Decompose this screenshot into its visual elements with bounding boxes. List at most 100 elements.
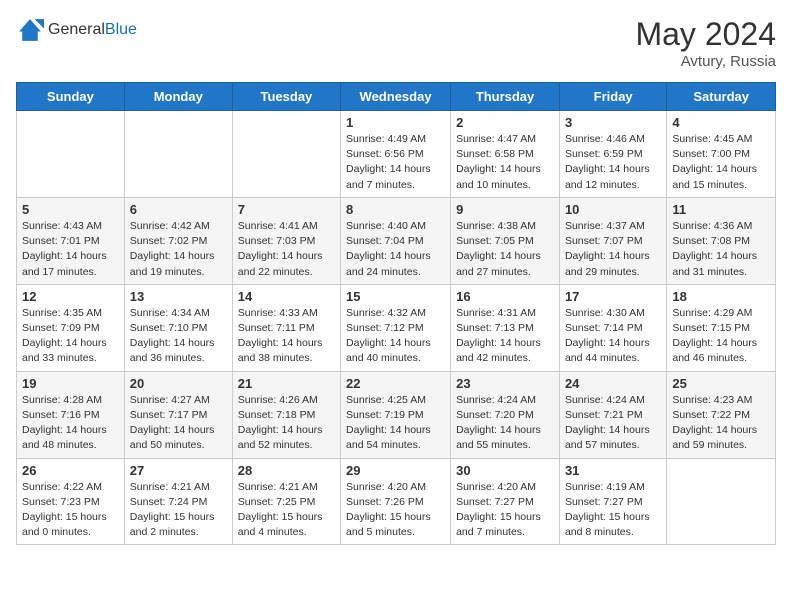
day-number: 29 xyxy=(346,463,445,478)
day-number: 17 xyxy=(565,289,661,304)
day-cell: 30 Sunrise: 4:20 AMSunset: 7:27 PMDayligh… xyxy=(451,458,560,545)
day-info: Sunrise: 4:21 AMSunset: 7:24 PMDaylight:… xyxy=(130,480,227,541)
day-number: 6 xyxy=(130,202,227,217)
day-number: 24 xyxy=(565,376,661,391)
day-number: 28 xyxy=(238,463,335,478)
day-cell: 14Sunrise: 4:33 AMSunset: 7:11 PMDayligh… xyxy=(232,284,340,371)
logo-general-text: General xyxy=(48,21,105,38)
day-info: Sunrise: 4:29 AMSunset: 7:15 PMDaylight:… xyxy=(672,306,770,367)
day-info: Sunrise: 4:49 AMSunset: 6:56 PMDaylight:… xyxy=(346,132,445,193)
day-cell xyxy=(124,111,232,198)
day-info: Sunrise: 4:22 AMSunset: 7:23 PMDaylight:… xyxy=(22,480,119,541)
day-info: Sunrise: 4:37 AMSunset: 7:07 PMDaylight:… xyxy=(565,219,661,280)
day-info: Sunrise: 4:24 AMSunset: 7:20 PMDaylight:… xyxy=(456,393,554,454)
day-number: 10 xyxy=(565,202,661,217)
day-info: Sunrise: 4:45 AMSunset: 7:00 PMDaylight:… xyxy=(672,132,770,193)
day-info: Sunrise: 4:21 AMSunset: 7:25 PMDaylight:… xyxy=(238,480,335,541)
day-number: 30 xyxy=(456,463,554,478)
week-row-1: 1 Sunrise: 4:49 AMSunset: 6:56 PMDaylight… xyxy=(17,111,776,198)
day-info: Sunrise: 4:24 AMSunset: 7:21 PMDaylight:… xyxy=(565,393,661,454)
day-cell: 29 Sunrise: 4:20 AMSunset: 7:26 PMDayligh… xyxy=(341,458,451,545)
day-number: 7 xyxy=(238,202,335,217)
day-info: Sunrise: 4:38 AMSunset: 7:05 PMDaylight:… xyxy=(456,219,554,280)
day-number: 13 xyxy=(130,289,227,304)
day-cell: 2Sunrise: 4:47 AMSunset: 6:58 PMDaylight… xyxy=(451,111,560,198)
day-cell: 13 Sunrise: 4:34 AMSunset: 7:10 PMDayligh… xyxy=(124,284,232,371)
day-info: Sunrise: 4:20 AMSunset: 7:26 PMDaylight:… xyxy=(346,480,445,541)
day-cell: 25 Sunrise: 4:23 AMSunset: 7:22 PMDayligh… xyxy=(667,371,776,458)
col-header-wednesday: Wednesday xyxy=(341,83,451,111)
day-info: Sunrise: 4:20 AMSunset: 7:27 PMDaylight:… xyxy=(456,480,554,541)
day-cell: 31 Sunrise: 4:19 AMSunset: 7:27 PMDayligh… xyxy=(559,458,666,545)
day-info: Sunrise: 4:36 AMSunset: 7:08 PMDaylight:… xyxy=(672,219,770,280)
day-cell: 17 Sunrise: 4:30 AMSunset: 7:14 PMDayligh… xyxy=(559,284,666,371)
day-info: Sunrise: 4:35 AMSunset: 7:09 PMDaylight:… xyxy=(22,306,119,367)
day-number: 14 xyxy=(238,289,335,304)
day-number: 5 xyxy=(22,202,119,217)
day-number: 11 xyxy=(672,202,770,217)
day-cell: 8Sunrise: 4:40 AMSunset: 7:04 PMDaylight… xyxy=(341,197,451,284)
day-info: Sunrise: 4:28 AMSunset: 7:16 PMDaylight:… xyxy=(22,393,119,454)
day-cell: 3 Sunrise: 4:46 AMSunset: 6:59 PMDaylight… xyxy=(559,111,666,198)
day-cell: 15 Sunrise: 4:32 AMSunset: 7:12 PMDayligh… xyxy=(341,284,451,371)
day-cell: 22 Sunrise: 4:25 AMSunset: 7:19 PMDayligh… xyxy=(341,371,451,458)
col-header-tuesday: Tuesday xyxy=(232,83,340,111)
day-number: 1 xyxy=(346,115,445,130)
day-info: Sunrise: 4:30 AMSunset: 7:14 PMDaylight:… xyxy=(565,306,661,367)
day-info: Sunrise: 4:25 AMSunset: 7:19 PMDaylight:… xyxy=(346,393,445,454)
day-info: Sunrise: 4:34 AMSunset: 7:10 PMDaylight:… xyxy=(130,306,227,367)
col-header-monday: Monday xyxy=(124,83,232,111)
page-header: GeneralBlue May 2024 Avtury, Russia xyxy=(16,16,776,70)
day-cell: 5Sunrise: 4:43 AMSunset: 7:01 PMDaylight… xyxy=(17,197,125,284)
day-number: 4 xyxy=(672,115,770,130)
day-cell: 20 Sunrise: 4:27 AMSunset: 7:17 PMDayligh… xyxy=(124,371,232,458)
day-number: 26 xyxy=(22,463,119,478)
day-number: 31 xyxy=(565,463,661,478)
logo-blue-text: Blue xyxy=(105,21,137,38)
col-header-sunday: Sunday xyxy=(17,83,125,111)
day-info: Sunrise: 4:47 AMSunset: 6:58 PMDaylight:… xyxy=(456,132,554,193)
day-cell xyxy=(667,458,776,545)
week-row-5: 26 Sunrise: 4:22 AMSunset: 7:23 PMDayligh… xyxy=(17,458,776,545)
day-number: 15 xyxy=(346,289,445,304)
calendar-header-row: SundayMondayTuesdayWednesdayThursdayFrid… xyxy=(17,83,776,111)
title-block: May 2024 Avtury, Russia xyxy=(635,16,776,70)
day-info: Sunrise: 4:32 AMSunset: 7:12 PMDaylight:… xyxy=(346,306,445,367)
day-number: 16 xyxy=(456,289,554,304)
location: Avtury, Russia xyxy=(635,53,776,70)
day-cell: 27 Sunrise: 4:21 AMSunset: 7:24 PMDayligh… xyxy=(124,458,232,545)
logo-icon xyxy=(16,16,44,44)
day-number: 3 xyxy=(565,115,661,130)
day-cell: 6Sunrise: 4:42 AMSunset: 7:02 PMDaylight… xyxy=(124,197,232,284)
day-cell: 1 Sunrise: 4:49 AMSunset: 6:56 PMDaylight… xyxy=(341,111,451,198)
day-number: 27 xyxy=(130,463,227,478)
day-info: Sunrise: 4:19 AMSunset: 7:27 PMDaylight:… xyxy=(565,480,661,541)
day-number: 21 xyxy=(238,376,335,391)
day-info: Sunrise: 4:23 AMSunset: 7:22 PMDaylight:… xyxy=(672,393,770,454)
day-cell: 7 Sunrise: 4:41 AMSunset: 7:03 PMDaylight… xyxy=(232,197,340,284)
day-cell: 28 Sunrise: 4:21 AMSunset: 7:25 PMDayligh… xyxy=(232,458,340,545)
day-number: 20 xyxy=(130,376,227,391)
day-info: Sunrise: 4:26 AMSunset: 7:18 PMDaylight:… xyxy=(238,393,335,454)
day-cell: 19Sunrise: 4:28 AMSunset: 7:16 PMDayligh… xyxy=(17,371,125,458)
day-info: Sunrise: 4:40 AMSunset: 7:04 PMDaylight:… xyxy=(346,219,445,280)
col-header-thursday: Thursday xyxy=(451,83,560,111)
week-row-2: 5Sunrise: 4:43 AMSunset: 7:01 PMDaylight… xyxy=(17,197,776,284)
day-cell: 26 Sunrise: 4:22 AMSunset: 7:23 PMDayligh… xyxy=(17,458,125,545)
day-cell: 24 Sunrise: 4:24 AMSunset: 7:21 PMDayligh… xyxy=(559,371,666,458)
week-row-4: 19Sunrise: 4:28 AMSunset: 7:16 PMDayligh… xyxy=(17,371,776,458)
calendar-table: SundayMondayTuesdayWednesdayThursdayFrid… xyxy=(16,82,776,545)
day-cell: 16Sunrise: 4:31 AMSunset: 7:13 PMDayligh… xyxy=(451,284,560,371)
day-cell: 12 Sunrise: 4:35 AMSunset: 7:09 PMDayligh… xyxy=(17,284,125,371)
day-number: 22 xyxy=(346,376,445,391)
day-info: Sunrise: 4:46 AMSunset: 6:59 PMDaylight:… xyxy=(565,132,661,193)
day-number: 25 xyxy=(672,376,770,391)
month-title: May 2024 xyxy=(635,16,776,53)
day-number: 12 xyxy=(22,289,119,304)
day-cell xyxy=(17,111,125,198)
day-cell: 23Sunrise: 4:24 AMSunset: 7:20 PMDayligh… xyxy=(451,371,560,458)
day-info: Sunrise: 4:41 AMSunset: 7:03 PMDaylight:… xyxy=(238,219,335,280)
day-cell: 18Sunrise: 4:29 AMSunset: 7:15 PMDayligh… xyxy=(667,284,776,371)
day-info: Sunrise: 4:27 AMSunset: 7:17 PMDaylight:… xyxy=(130,393,227,454)
day-number: 9 xyxy=(456,202,554,217)
